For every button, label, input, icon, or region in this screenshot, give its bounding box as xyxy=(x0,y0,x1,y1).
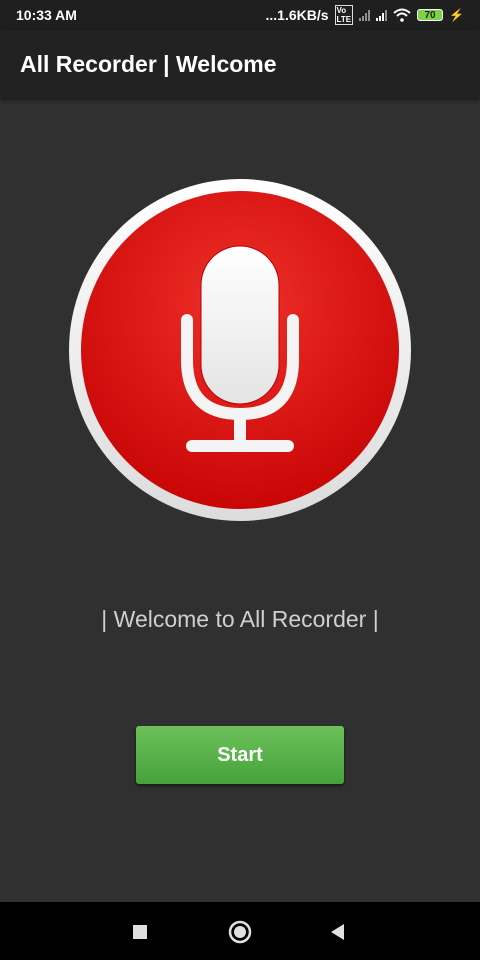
status-icons: ...1.6KB/s Vo LTE 70 ⚡ xyxy=(265,5,464,25)
signal-icon xyxy=(376,9,388,21)
recents-icon[interactable] xyxy=(130,916,150,946)
signal-icon xyxy=(359,9,371,21)
status-bar: 10:33 AM ...1.6KB/s Vo LTE 70 ⚡ xyxy=(0,0,480,30)
start-button[interactable]: Start xyxy=(136,726,344,784)
microphone-icon xyxy=(69,179,411,521)
volte-icon: Vo LTE xyxy=(334,5,354,25)
navigation-bar xyxy=(0,902,480,960)
welcome-text: | Welcome to All Recorder | xyxy=(101,606,379,632)
back-icon[interactable] xyxy=(327,916,349,946)
charging-icon: ⚡ xyxy=(449,8,464,22)
page-title: All Recorder | Welcome xyxy=(20,50,277,77)
network-speed: ...1.6KB/s xyxy=(265,7,329,23)
wifi-icon xyxy=(393,8,411,22)
battery-icon: 70 xyxy=(417,9,444,21)
status-time: 10:33 AM xyxy=(16,7,77,23)
home-icon[interactable] xyxy=(227,916,253,946)
app-bar: All Recorder | Welcome xyxy=(0,30,480,98)
